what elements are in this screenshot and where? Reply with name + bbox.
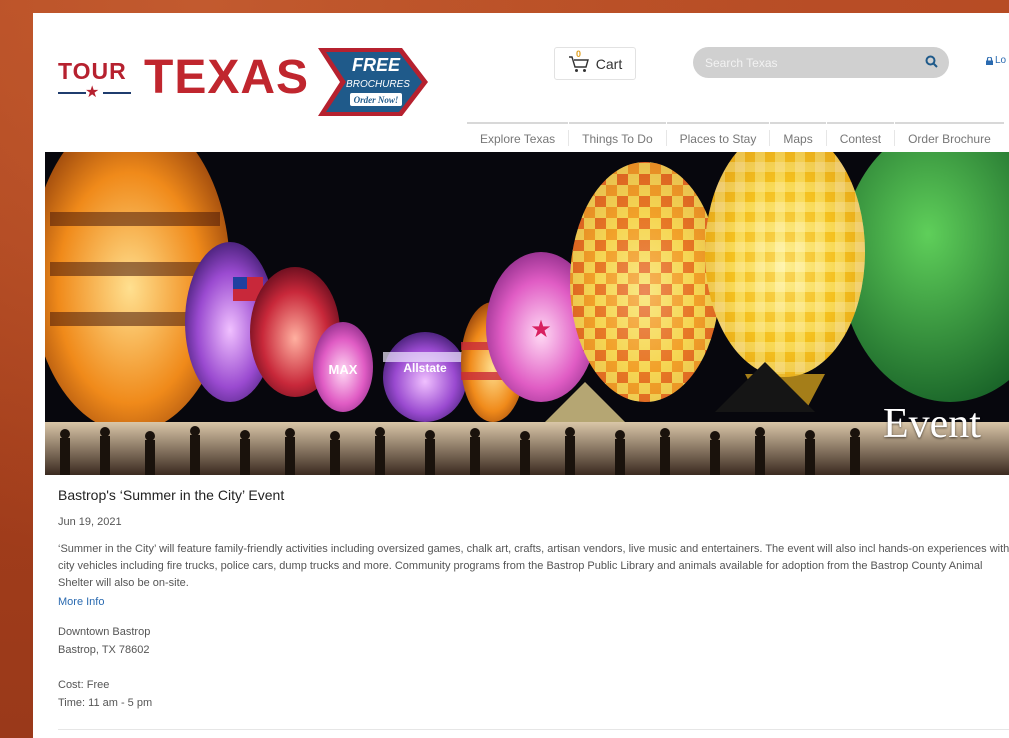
badge-order-text: Order Now!	[354, 95, 399, 105]
event-date: Jun 19, 2021	[58, 516, 122, 528]
cart-label: Cart	[595, 55, 623, 72]
event-title: Bastrop's ‘Summer in the City’ Event	[58, 487, 285, 503]
hot-air-balloons-image: MAX Allstate ★	[45, 152, 1009, 475]
event-address: Downtown Bastrop Bastrop, TX 78602	[58, 623, 150, 659]
lock-icon	[986, 56, 993, 65]
nav-item-maps[interactable]: Maps	[770, 122, 826, 154]
more-info-link[interactable]: More Info	[58, 596, 104, 608]
login-label: Lo	[995, 55, 1007, 66]
logo-rule-right	[103, 92, 131, 94]
banner-title: Event	[883, 401, 981, 447]
nav-item-order-brochure[interactable]: Order Brochure	[895, 122, 1004, 154]
star-icon: ★	[530, 316, 552, 343]
badge-brochures-text: BROCHURES	[346, 79, 410, 90]
login-link[interactable]: Lo	[986, 55, 1006, 66]
event-banner: MAX Allstate ★ Event	[45, 152, 1009, 475]
search-input[interactable]	[693, 47, 949, 78]
free-brochures-badge[interactable]: FREE BROCHURES Order Now!	[318, 46, 436, 118]
cart-button[interactable]: 0 Cart	[554, 47, 636, 80]
logo-texas-text: TEXAS	[144, 51, 310, 104]
main-nav: Explore Texas Things To Do Places to Sta…	[467, 122, 1004, 154]
content-page: TOUR ★ TEXAS FREE BROCHURES Order Now! 0…	[33, 13, 1009, 738]
nav-item-contest[interactable]: Contest	[826, 122, 895, 154]
event-time: Time: 11 am - 5 pm	[58, 697, 153, 709]
event-details: Cost: Free Time: 11 am - 5 pm	[58, 676, 152, 712]
address-line-2: Bastrop, TX 78602	[58, 644, 150, 656]
logo-rule-left	[58, 92, 86, 94]
event-cost: Cost: Free	[58, 679, 110, 691]
badge-free-text: FREE	[352, 55, 401, 75]
event-description: ‘Summer in the City’ will feature family…	[58, 543, 1009, 589]
cart-count-badge: 0	[576, 49, 582, 59]
search-icon[interactable]	[925, 55, 938, 68]
nav-item-things-to-do[interactable]: Things To Do	[569, 122, 666, 154]
address-line-1: Downtown Bastrop	[58, 626, 151, 638]
star-icon: ★	[85, 84, 100, 101]
nav-item-places-to-stay[interactable]: Places to Stay	[666, 122, 770, 154]
divider	[58, 729, 1009, 730]
site-logo[interactable]: TOUR ★ TEXAS FREE BROCHURES Order Now!	[56, 46, 436, 118]
nav-item-explore-texas[interactable]: Explore Texas	[467, 122, 569, 154]
balloon-allstate-text: Allstate	[403, 361, 447, 375]
balloon-max-text: MAX	[329, 362, 358, 377]
logo-tour-text: TOUR	[58, 58, 127, 84]
